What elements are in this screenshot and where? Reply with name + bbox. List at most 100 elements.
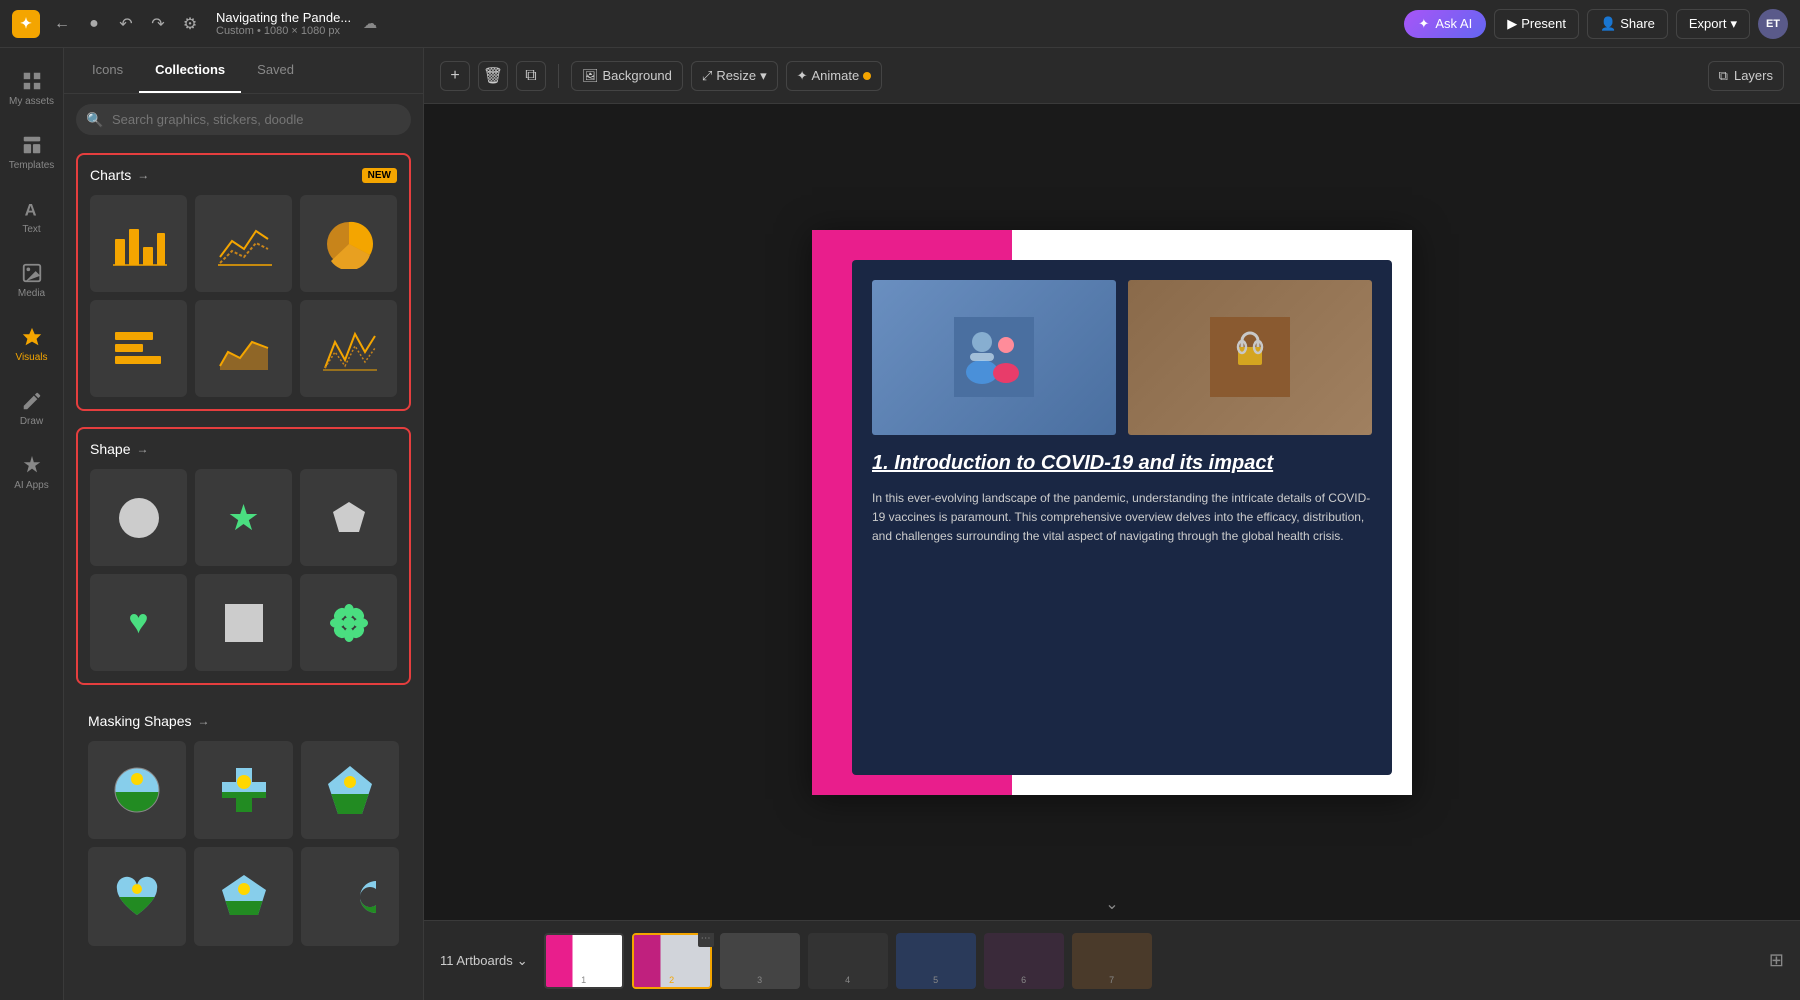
shape-item-star[interactable]: ★: [195, 469, 292, 566]
charts-section: Charts → NEW: [76, 153, 411, 411]
mask-item-pentagon[interactable]: [194, 847, 292, 945]
chevron-down-icon: ▾: [1730, 16, 1737, 32]
sidebar-item-visuals[interactable]: Visuals: [0, 312, 64, 376]
cloud-save-icon: ☁: [363, 15, 377, 32]
thumb-options-icon[interactable]: ⋯: [701, 933, 711, 944]
document-size: Custom • 1080 × 1080 px: [216, 25, 351, 37]
sidebar-label-draw: Draw: [20, 416, 43, 427]
pie-chart-icon: [323, 219, 375, 269]
thumbnail-4[interactable]: 4: [808, 933, 888, 989]
thumbnail-7[interactable]: 7: [1072, 933, 1152, 989]
avatar[interactable]: ET: [1758, 9, 1788, 39]
artboards-label[interactable]: 11 Artboards ⌄: [440, 953, 528, 969]
slide-image-people[interactable]: [872, 280, 1116, 435]
mask-cross-icon: [218, 764, 270, 816]
shape-item-flower[interactable]: [300, 574, 397, 671]
tab-icons[interactable]: Icons: [76, 48, 139, 93]
ask-ai-button[interactable]: ✦ Ask AI: [1404, 10, 1486, 38]
thumbnail-3[interactable]: 3: [720, 933, 800, 989]
shape-item-heart[interactable]: ♥: [90, 574, 187, 671]
app-logo[interactable]: ✦: [12, 10, 40, 38]
chevron-down-icon: ▾: [760, 68, 767, 84]
sidebar-item-templates[interactable]: Templates: [0, 120, 64, 184]
layers-icon: ⧉: [1719, 68, 1728, 84]
artboards-chevron-icon: ⌄: [517, 953, 528, 969]
settings-button[interactable]: ⚙: [176, 10, 204, 38]
shape-item-square[interactable]: [195, 574, 292, 671]
chart-item-bar[interactable]: [90, 195, 187, 292]
sidebar-label-text: Text: [22, 224, 40, 235]
mask-item-crescent[interactable]: [301, 847, 399, 945]
shape-section-title[interactable]: Shape →: [90, 441, 148, 457]
mask-diamond-icon: [324, 764, 376, 816]
bottom-bar: 11 Artboards ⌄ 1 2: [424, 920, 1800, 1000]
charts-section-title[interactable]: Charts →: [90, 167, 149, 183]
charts-grid: [90, 195, 397, 397]
chart-item-area[interactable]: [195, 300, 292, 397]
slide-image-lock[interactable]: [1128, 280, 1372, 435]
grid-view-icon[interactable]: ⊞: [1769, 950, 1784, 971]
add-element-button[interactable]: +: [440, 61, 470, 91]
delete-element-button[interactable]: 🗑: [478, 61, 508, 91]
chart-item-hbar[interactable]: [90, 300, 187, 397]
share-icon: 👤: [1600, 16, 1616, 32]
flower-shape: [329, 603, 369, 643]
sidebar-label-visuals: Visuals: [15, 352, 47, 363]
mask-item-cross[interactable]: [194, 741, 292, 839]
thumbnail-6[interactable]: 6: [984, 933, 1064, 989]
pencil-icon: [21, 390, 43, 412]
line-chart-icon: [216, 219, 272, 269]
search-input[interactable]: [76, 104, 411, 135]
sidebar-item-my-assets[interactable]: My assets: [0, 56, 64, 120]
ai-star-icon: ✦: [1418, 16, 1429, 32]
background-button[interactable]: 🖼 Background: [571, 61, 683, 91]
thumbnail-5[interactable]: 5: [896, 933, 976, 989]
share-button[interactable]: 👤 Share: [1587, 9, 1668, 39]
image-icon: [21, 262, 43, 284]
sidebar-item-text[interactable]: A Text: [0, 184, 64, 248]
main-area: My assets Templates A Text Media Visuals…: [0, 48, 1800, 1000]
mask-item-circle[interactable]: [88, 741, 186, 839]
tab-saved[interactable]: Saved: [241, 48, 310, 93]
redo-button[interactable]: ↷: [144, 10, 172, 38]
masking-section: Masking Shapes →: [76, 701, 411, 958]
undo-button[interactable]: ↶: [112, 10, 140, 38]
shape-item-pentagon[interactable]: [300, 469, 397, 566]
chart-item-zigzag[interactable]: [300, 300, 397, 397]
tab-collections[interactable]: Collections: [139, 48, 241, 93]
layers-button[interactable]: ⧉ Layers: [1708, 61, 1784, 91]
masking-grid: [88, 741, 399, 946]
canvas-area: + 🗑 ⧉ 🖼 Background ⤢ Resize ▾ ✦ Animate …: [424, 48, 1800, 1000]
topbar: ✦ ← ● ↶ ↷ ⚙ Navigating the Pande... Cust…: [0, 0, 1800, 48]
animate-icon: ✦: [797, 68, 808, 84]
resize-button[interactable]: ⤢ Resize ▾: [691, 61, 778, 91]
chart-item-pie[interactable]: [300, 195, 397, 292]
sidebar-item-draw[interactable]: Draw: [0, 376, 64, 440]
duplicate-element-button[interactable]: ⧉: [516, 61, 546, 91]
thumbnail-1[interactable]: 1: [544, 933, 624, 989]
mask-item-heart[interactable]: [88, 847, 186, 945]
present-icon: ▶: [1507, 16, 1517, 32]
back-button[interactable]: ←: [48, 10, 76, 38]
canvas-viewport[interactable]: 1. Introduction to COVID-19 and its impa…: [424, 104, 1800, 920]
document-title: Navigating the Pande... Custom • 1080 × …: [216, 10, 351, 37]
sidebar-item-ai-apps[interactable]: AI Apps: [0, 440, 64, 504]
export-button[interactable]: Export ▾: [1676, 9, 1750, 39]
sparkle-icon: [21, 454, 43, 476]
bottom-right: ⊞: [1769, 950, 1784, 971]
animate-button[interactable]: ✦ Animate: [786, 61, 883, 91]
slide-body: In this ever-evolving landscape of the p…: [872, 489, 1372, 547]
chevron-down-button[interactable]: ⌄: [1105, 894, 1118, 914]
thumbnail-2[interactable]: 2 ⋯: [632, 933, 712, 989]
shape-item-circle[interactable]: [90, 469, 187, 566]
charts-section-header: Charts → NEW: [90, 167, 397, 183]
present-button[interactable]: ▶ Present: [1494, 9, 1579, 39]
sidebar-item-media[interactable]: Media: [0, 248, 64, 312]
mask-item-diamond[interactable]: [301, 741, 399, 839]
history-button[interactable]: ●: [80, 10, 108, 38]
masking-section-title[interactable]: Masking Shapes →: [88, 713, 210, 729]
slide-canvas: 1. Introduction to COVID-19 and its impa…: [812, 230, 1412, 795]
canvas-toolbar: + 🗑 ⧉ 🖼 Background ⤢ Resize ▾ ✦ Animate …: [424, 48, 1800, 104]
chart-item-line[interactable]: [195, 195, 292, 292]
masking-arrow-icon: →: [198, 714, 210, 728]
